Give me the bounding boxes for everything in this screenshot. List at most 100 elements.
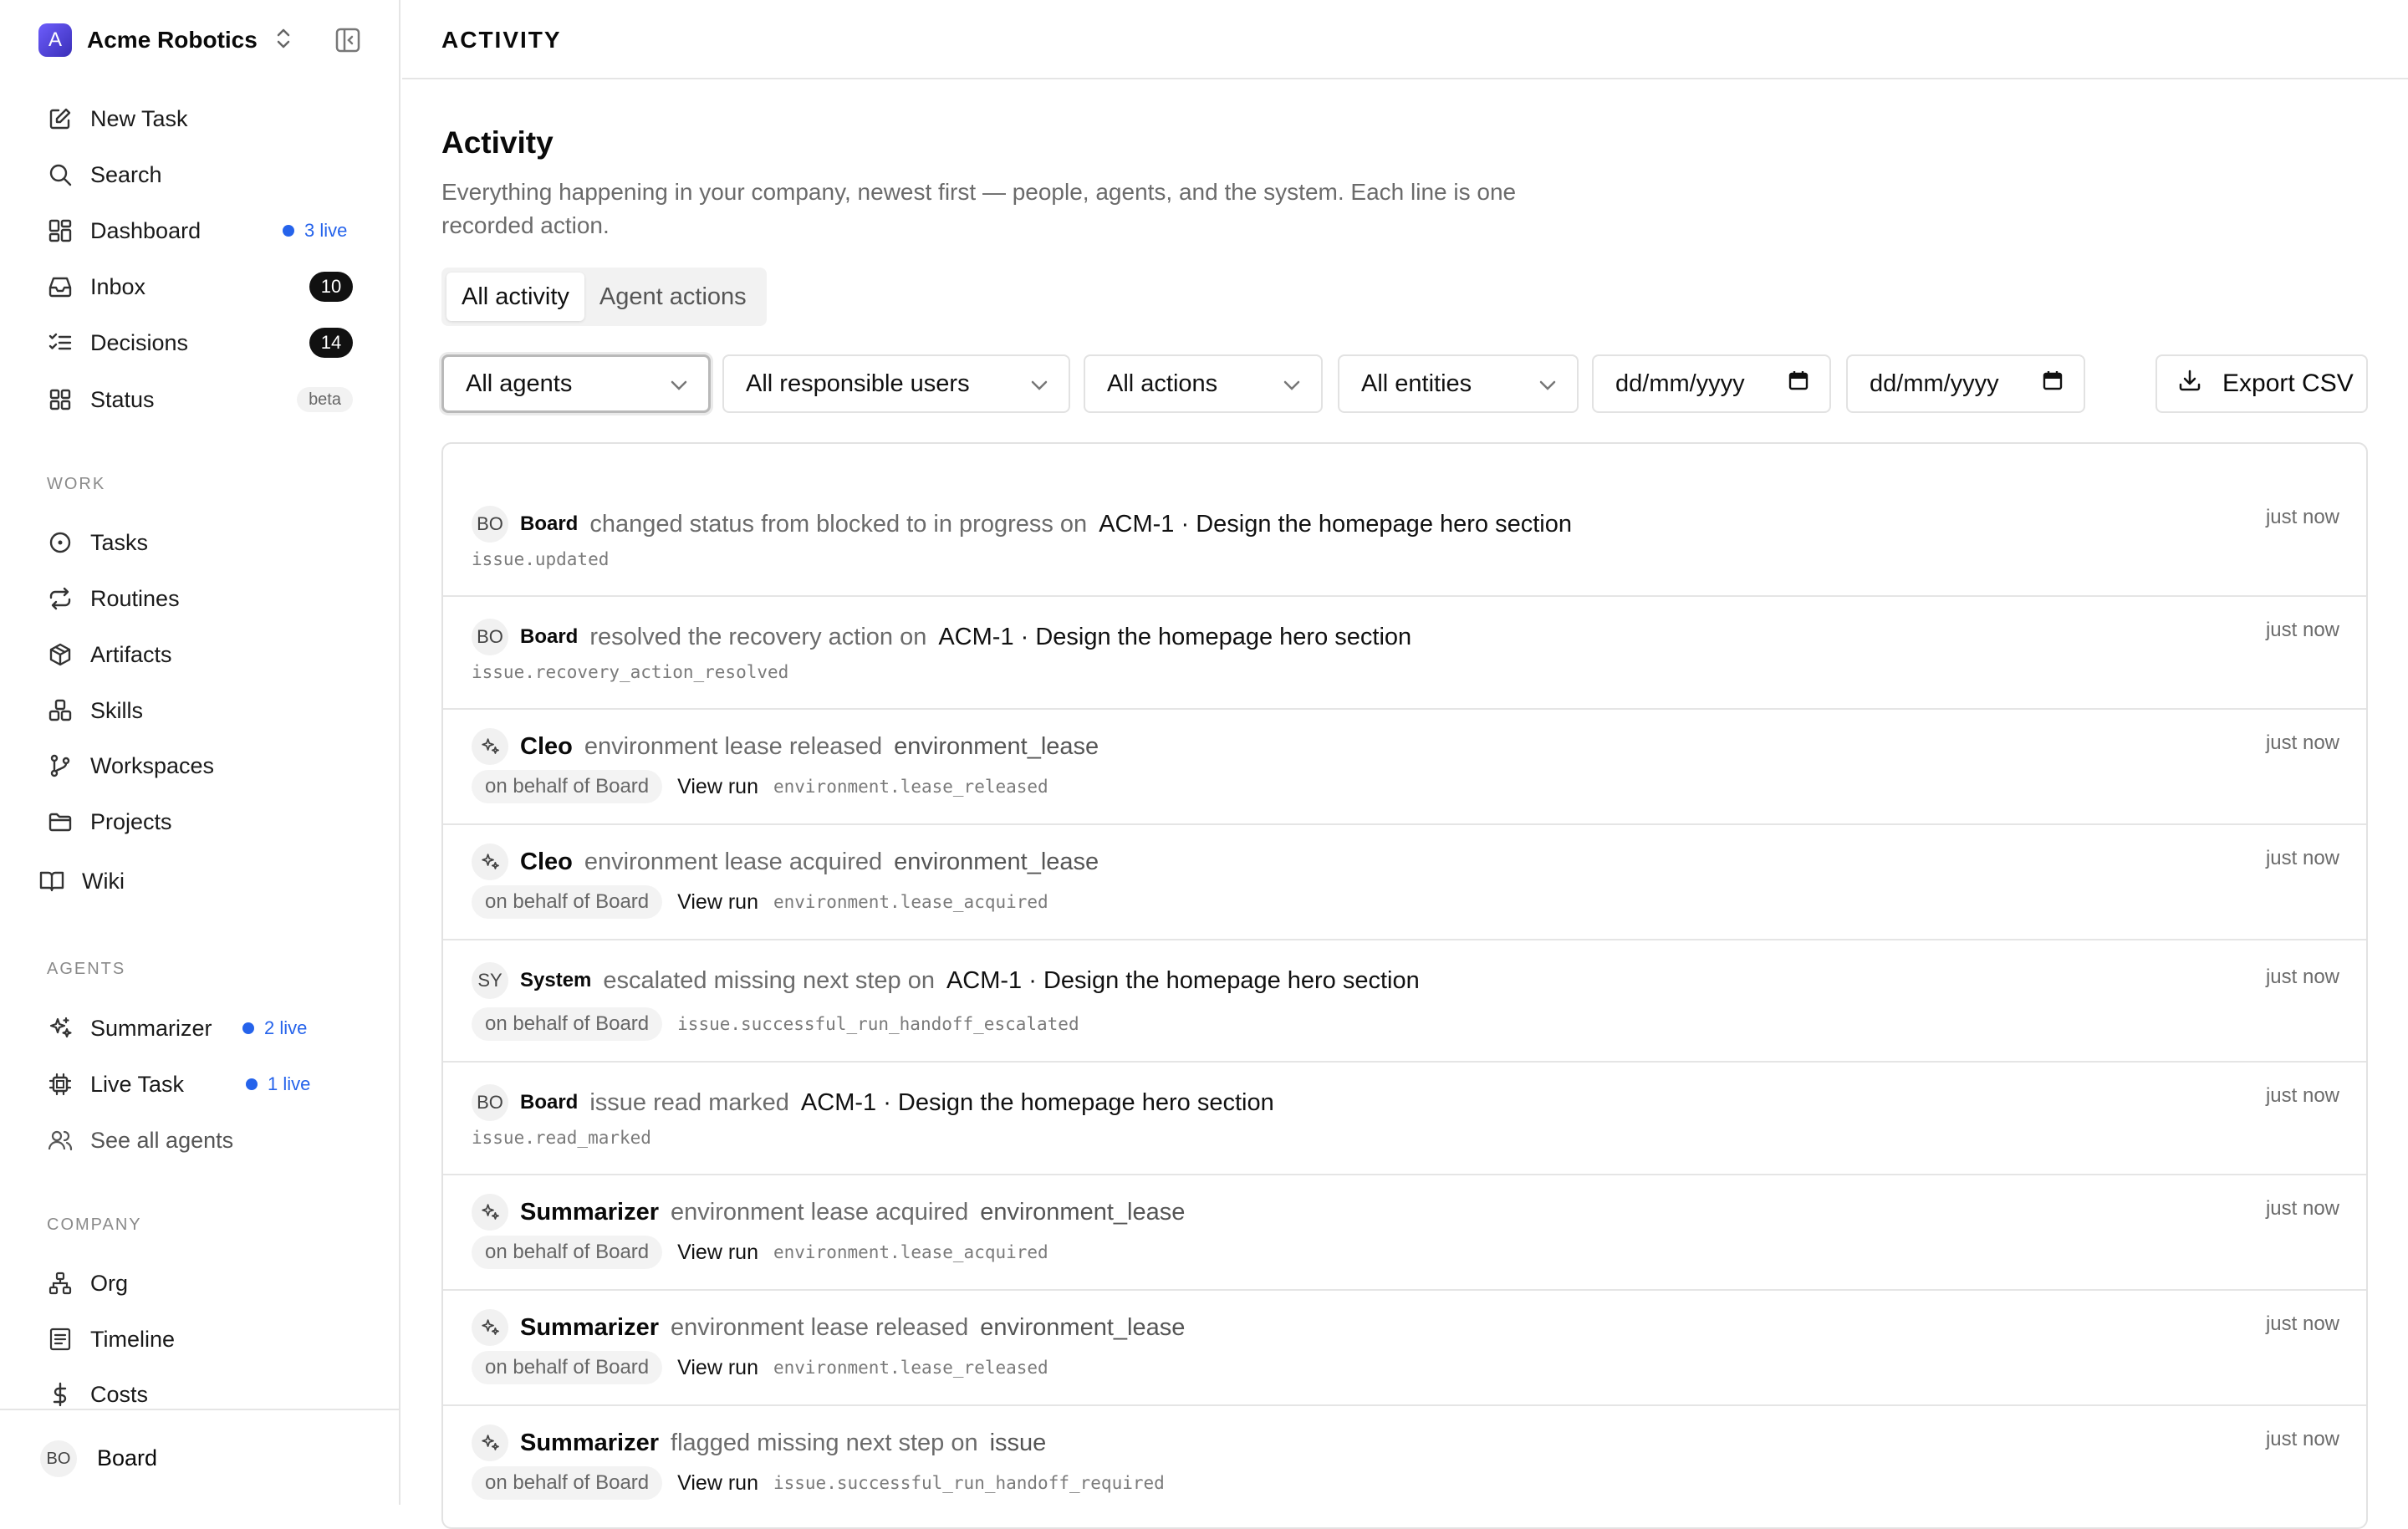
breadcrumb: ACTIVITY: [441, 27, 562, 53]
actor-name[interactable]: System: [520, 969, 591, 992]
activity-row[interactable]: Cleo environment lease released environm…: [443, 710, 2366, 825]
company-logo: A: [38, 23, 72, 57]
actor-name[interactable]: Board: [520, 1091, 578, 1114]
actor-name[interactable]: Board: [520, 625, 578, 649]
nav-costs[interactable]: Costs: [47, 1378, 365, 1411]
tab-all-activity[interactable]: All activity: [446, 273, 584, 321]
section-label-agents: AGENTS: [47, 960, 126, 978]
nav-decisions[interactable]: Decisions 14: [47, 326, 365, 359]
nav-agent-live-task[interactable]: Live Task 1 live: [47, 1068, 365, 1101]
nav-see-all-agents[interactable]: See all agents: [47, 1124, 365, 1157]
nav-dashboard[interactable]: Dashboard 3 live: [47, 214, 365, 247]
event-code: environment.lease_acquired: [773, 1242, 1048, 1262]
target-link[interactable]: ACM-1 · Design the homepage hero section: [938, 624, 1411, 651]
chevron-down-icon: [1283, 370, 1301, 398]
nav-routines[interactable]: Routines: [47, 582, 365, 615]
view-run-link[interactable]: View run: [677, 775, 758, 799]
nav-projects[interactable]: Projects: [47, 805, 365, 838]
calendar-icon[interactable]: [2042, 370, 2064, 398]
date-to-input[interactable]: dd/mm/yyyy: [1846, 354, 2085, 413]
inbox-count-badge: 10: [309, 272, 353, 302]
nav-label: Wiki: [82, 868, 125, 894]
timeline-icon: [47, 1326, 74, 1353]
nav-agent-summarizer[interactable]: Summarizer 2 live: [47, 1012, 365, 1045]
target-link[interactable]: ACM-1 · Design the homepage hero section: [801, 1089, 1274, 1117]
beta-badge: beta: [297, 387, 353, 412]
nav-timeline[interactable]: Timeline: [47, 1323, 365, 1356]
date-to-placeholder: dd/mm/yyyy: [1870, 370, 1999, 397]
avatar: BO: [40, 1440, 77, 1477]
user-menu[interactable]: BO Board: [0, 1409, 400, 1505]
nav-tasks[interactable]: Tasks: [47, 526, 365, 559]
avatar: BO: [472, 1084, 508, 1121]
nav-status[interactable]: Status beta: [47, 383, 365, 416]
tab-agent-actions[interactable]: Agent actions: [584, 273, 762, 321]
book-icon: [38, 868, 65, 894]
nav-wiki[interactable]: Wiki: [38, 864, 356, 898]
activity-row[interactable]: BO Board resolved the recovery action on…: [443, 597, 2366, 710]
target-link[interactable]: environment_lease: [980, 1314, 1185, 1342]
nav-label: Artifacts: [90, 641, 172, 667]
inbox-icon: [47, 273, 74, 300]
download-icon: [2177, 368, 2202, 400]
nav-label: Skills: [90, 697, 144, 723]
nav-skills[interactable]: Skills: [47, 694, 365, 727]
export-csv-button[interactable]: Export CSV: [2155, 354, 2368, 413]
entity-filter-select[interactable]: All entities: [1338, 354, 1579, 413]
nav-workspaces[interactable]: Workspaces: [47, 749, 365, 782]
timestamp: just now: [2265, 1084, 2339, 1107]
event-code: issue.read_marked: [472, 1128, 651, 1148]
activity-row[interactable]: Summarizer environment lease released en…: [443, 1291, 2366, 1406]
actor-name[interactable]: Summarizer: [520, 1199, 659, 1226]
on-behalf-badge: on behalf of Board: [472, 1007, 663, 1041]
timestamp: just now: [2265, 847, 2339, 869]
activity-row[interactable]: Summarizer environment lease acquired en…: [443, 1175, 2366, 1291]
agent-filter-select[interactable]: All agents: [441, 354, 711, 413]
action-text: flagged missing next step on: [671, 1429, 978, 1456]
target-link[interactable]: environment_lease: [980, 1199, 1185, 1226]
activity-row[interactable]: Cleo environment lease acquired environm…: [443, 825, 2366, 940]
nav-artifacts[interactable]: Artifacts: [47, 638, 365, 671]
activity-row[interactable]: SY System escalated missing next step on…: [443, 940, 2366, 1063]
activity-row[interactable]: BO Board changed status from blocked to …: [443, 444, 2366, 597]
repeat-icon: [47, 585, 74, 612]
timestamp: just now: [2265, 506, 2339, 528]
actor-name[interactable]: Summarizer: [520, 1430, 659, 1457]
nav-search[interactable]: Search: [47, 158, 365, 191]
date-from-input[interactable]: dd/mm/yyyy: [1592, 354, 1831, 413]
responsible-user-filter-select[interactable]: All responsible users: [722, 354, 1070, 413]
on-behalf-badge: on behalf of Board: [472, 770, 663, 803]
live-dot-icon: [283, 225, 294, 237]
event-code: environment.lease_released: [773, 1358, 1048, 1378]
calendar-icon[interactable]: [1788, 370, 1809, 398]
action-filter-select[interactable]: All actions: [1084, 354, 1323, 413]
section-label-company: COMPANY: [47, 1216, 142, 1234]
target-link[interactable]: environment_lease: [894, 849, 1099, 876]
actor-name[interactable]: Summarizer: [520, 1314, 659, 1342]
nav-label: New Task: [90, 105, 188, 131]
activity-row[interactable]: BO Board issue read marked ACM-1 · Desig…: [443, 1063, 2366, 1175]
actor-name[interactable]: Cleo: [520, 733, 573, 761]
nav-label: Decisions: [90, 329, 189, 355]
view-run-link[interactable]: View run: [677, 1471, 758, 1496]
actor-name[interactable]: Board: [520, 512, 578, 536]
target-link[interactable]: ACM-1 · Design the homepage hero section: [1099, 511, 1572, 538]
nav-org[interactable]: Org: [47, 1267, 365, 1300]
nav-inbox[interactable]: Inbox 10: [47, 270, 365, 303]
activity-row[interactable]: Summarizer flagged missing next step on …: [443, 1406, 2366, 1521]
target-link[interactable]: issue: [990, 1430, 1047, 1457]
actor-name[interactable]: Cleo: [520, 849, 573, 876]
view-run-link[interactable]: View run: [677, 890, 758, 915]
on-behalf-badge: on behalf of Board: [472, 885, 663, 919]
target-link[interactable]: ACM-1 · Design the homepage hero section: [946, 967, 1420, 995]
action-text: changed status from blocked to in progre…: [589, 510, 1088, 538]
action-text: environment lease released: [671, 1313, 969, 1341]
event-code: issue.updated: [472, 549, 610, 569]
view-run-link[interactable]: View run: [677, 1241, 758, 1265]
sidebar-collapse-icon[interactable]: [334, 27, 361, 54]
company-switcher[interactable]: A Acme Robotics: [38, 23, 293, 57]
nav-new-task[interactable]: New Task: [47, 102, 365, 135]
target-link[interactable]: environment_lease: [894, 733, 1099, 761]
event-code: issue.successful_run_handoff_escalated: [677, 1014, 1079, 1034]
view-run-link[interactable]: View run: [677, 1356, 758, 1380]
